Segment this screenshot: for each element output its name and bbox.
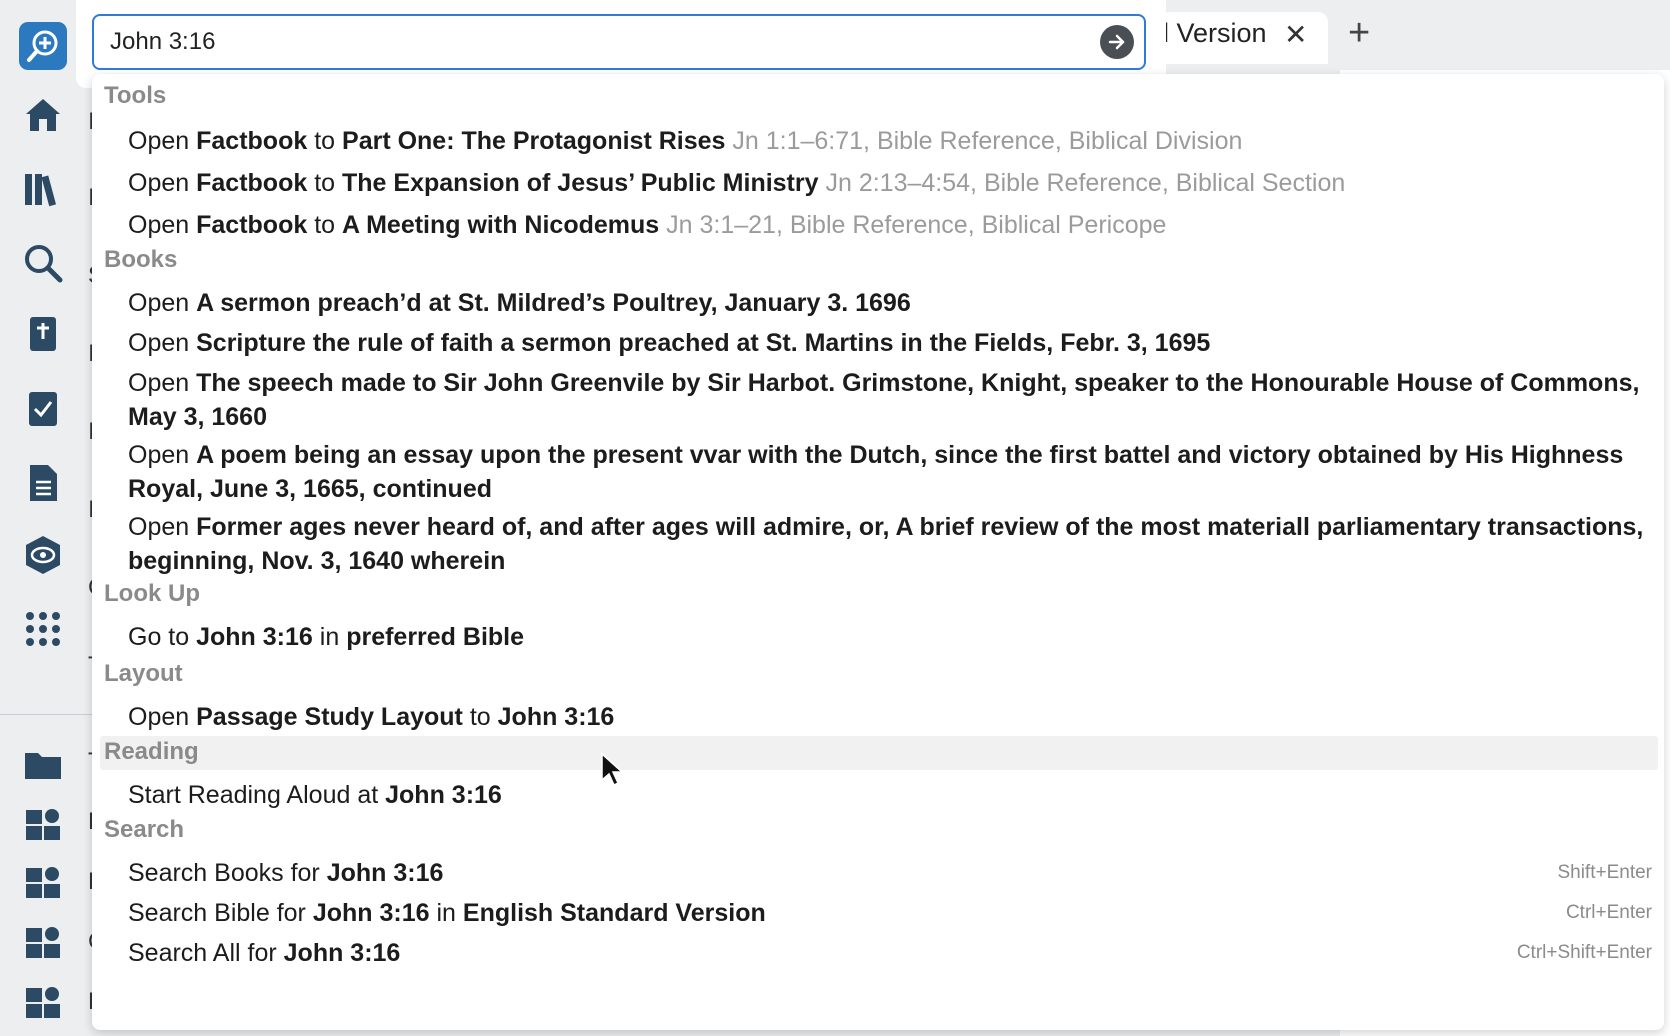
puzzle-gear-icon[interactable] <box>22 804 64 846</box>
suggestion-item[interactable]: Open Former ages never heard of, and aft… <box>128 510 1648 578</box>
puzzle-gear-icon[interactable] <box>22 982 64 1024</box>
suggestion-item[interactable]: Start Reading Aloud at John 3:16 <box>128 778 502 812</box>
library-icon[interactable] <box>22 168 64 210</box>
shortcut-hint: Shift+Enter <box>1557 862 1652 883</box>
suggestion-item[interactable]: Search Books for John 3:16 <box>128 856 443 890</box>
go-arrow-icon[interactable] <box>1100 25 1134 59</box>
document-icon[interactable] <box>22 462 64 504</box>
add-tab-icon[interactable]: + <box>1348 12 1370 55</box>
shortcut-hint: Ctrl+Enter <box>1565 902 1652 923</box>
section-header-books: Books <box>104 246 178 273</box>
home-icon[interactable] <box>22 94 64 136</box>
left-rail <box>0 0 92 1036</box>
suggestion-item[interactable]: Open A sermon preach’d at St. Mildred’s … <box>128 286 911 320</box>
section-header-search: Search <box>104 816 185 843</box>
bible-icon[interactable] <box>22 314 64 356</box>
close-icon[interactable]: ✕ <box>1284 18 1307 51</box>
logo-search-icon[interactable] <box>19 22 67 70</box>
suggestion-item[interactable]: Open Factbook to The Expansion of Jesus’… <box>128 166 1345 200</box>
suggestion-item[interactable]: Go to John 3:16 in preferred Bible <box>128 620 524 654</box>
mouse-cursor-icon <box>601 752 624 787</box>
suggestion-item[interactable]: Search Bible for John 3:16 in English St… <box>128 896 766 930</box>
suggestion-item[interactable]: Open Factbook to A Meeting with Nicodemu… <box>128 208 1166 242</box>
search-input[interactable] <box>110 26 1050 58</box>
suggestion-item[interactable]: Open A poem being an essay upon the pres… <box>128 438 1648 506</box>
hover-highlight <box>100 736 1658 770</box>
search-icon[interactable] <box>22 242 64 284</box>
suggestion-item[interactable]: Search All for John 3:16 <box>128 936 400 970</box>
tab-title[interactable]: l Version <box>1163 18 1267 49</box>
section-header-lookup: Look Up <box>104 580 200 607</box>
puzzle-gear-icon[interactable] <box>22 922 64 964</box>
rail-divider <box>0 714 92 715</box>
eye-settings-icon[interactable] <box>22 534 64 576</box>
section-header-reading: Reading <box>104 738 199 765</box>
section-header-layout: Layout <box>104 660 183 687</box>
checklist-icon[interactable] <box>22 388 64 430</box>
suggestion-item[interactable]: Open The speech made to Sir John Greenvi… <box>128 366 1648 434</box>
puzzle-gear-icon[interactable] <box>22 862 64 904</box>
suggestion-item[interactable]: Open Factbook to Part One: The Protagoni… <box>128 124 1242 158</box>
command-suggestions-dropdown: Tools Open Factbook to Part One: The Pro… <box>92 74 1664 1030</box>
folder-icon[interactable] <box>22 744 64 786</box>
suggestion-item-highlighted[interactable]: Open Passage Study Layout to John 3:16 <box>128 700 614 734</box>
command-search-box[interactable] <box>92 14 1146 70</box>
section-header-tools: Tools <box>104 82 167 109</box>
suggestion-item[interactable]: Open Scripture the rule of faith a sermo… <box>128 326 1210 360</box>
apps-grid-icon[interactable] <box>22 608 64 650</box>
shortcut-hint: Ctrl+Shift+Enter <box>1516 942 1652 963</box>
